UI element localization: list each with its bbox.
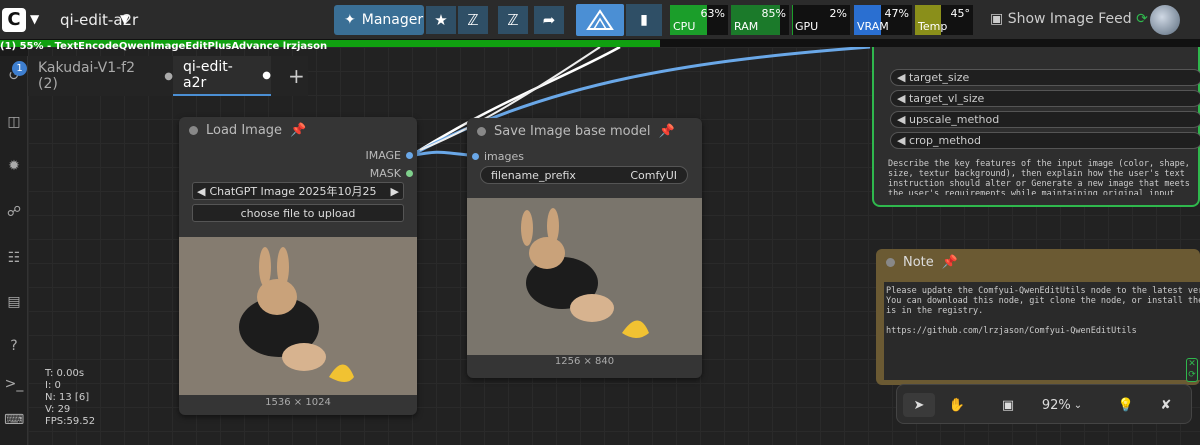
help-icon[interactable]: ?: [4, 336, 24, 356]
arrow-right-icon[interactable]: ▶: [387, 185, 403, 198]
note-text[interactable]: Please update the Comfyui-QwenEditUtils …: [884, 282, 1200, 380]
keyboard-icon[interactable]: ⌨: [4, 410, 24, 430]
graph-icon[interactable]: ℤ: [458, 6, 488, 34]
vram-meter: VRAM 47%: [854, 5, 912, 35]
chevron-down-icon[interactable]: ▼: [30, 12, 44, 26]
pin-icon: 📌: [290, 122, 307, 138]
collapse-dot-icon[interactable]: [477, 126, 486, 136]
param-upscale-method[interactable]: ◀ upscale_method: [890, 111, 1200, 128]
share-icon[interactable]: ➦: [534, 6, 564, 34]
model-library-icon[interactable]: ✹: [4, 156, 24, 176]
hand-tool-icon[interactable]: ✋: [941, 393, 973, 417]
load-image-node[interactable]: Load Image 📌 IMAGE MASK ◀ ChatGPT Image …: [179, 117, 417, 415]
rabbit-output-image: [467, 198, 702, 355]
manager-button[interactable]: ✦ Manager: [334, 5, 424, 35]
mountain-icon: [586, 9, 614, 30]
text-encode-node[interactable]: ◀ target_size ◀ target_vl_size ◀ upscale…: [872, 47, 1200, 207]
refresh-icon: ⟳: [1136, 11, 1148, 27]
star-icon[interactable]: ★: [426, 6, 456, 34]
tab-kakudai[interactable]: Kakudai-V1-f2 (2) ●: [28, 56, 173, 96]
lightbulb-icon[interactable]: 💡: [1111, 393, 1141, 417]
pin-icon: 📌: [658, 123, 675, 139]
minimap-toggle-icon[interactable]: ✕ ⟳: [1186, 358, 1198, 382]
fit-view-icon[interactable]: ▣: [993, 393, 1023, 417]
chevron-down-icon: ⌄: [1073, 399, 1083, 411]
pin-icon: 📌: [941, 254, 958, 270]
image-selector[interactable]: ◀ ChatGPT Image 2025年10月25 ▶: [192, 182, 404, 200]
image-size-caption: 1256 × 840: [554, 356, 615, 367]
image-size-caption: 1536 × 1024: [265, 397, 331, 408]
unsaved-dot-icon: ●: [262, 69, 271, 81]
top-bar: C ▼ qi-edit-a2r ▼ ✦ Manager ★ ℤ ℤ ➦ ▮ CP…: [0, 0, 1200, 40]
param-crop-method[interactable]: ◀ crop_method: [890, 132, 1200, 149]
node-header[interactable]: Save Image base model 📌: [467, 118, 702, 144]
hierarchy-icon[interactable]: ☷: [4, 248, 24, 268]
select-tool-icon[interactable]: ➤: [903, 393, 935, 417]
workflow-mode-button[interactable]: [576, 4, 624, 36]
tab-qi-edit[interactable]: qi-edit-a2r ●: [173, 56, 271, 96]
arrow-left-icon[interactable]: ◀: [193, 185, 209, 198]
node-library-icon[interactable]: ◫: [4, 112, 24, 132]
comfy-logo-icon[interactable]: C: [2, 8, 26, 32]
templates-icon[interactable]: ▤: [4, 292, 24, 312]
unsaved-dot-icon: ●: [164, 70, 173, 82]
left-sidebar: ↺ ◫ ✹ ☍ ☷ ▤ ? >_ ⌨: [0, 56, 28, 445]
images-input-label: images: [484, 150, 524, 163]
collapse-dot-icon[interactable]: [189, 125, 198, 135]
node-header[interactable]: Load Image 📌: [179, 117, 417, 143]
canvas-toolbar: ➤ ✋ ▣ 92% ⌄ 💡 ✘: [896, 384, 1192, 424]
mask-output-label: MASK: [369, 167, 401, 180]
note-node[interactable]: Note 📌 Please update the Comfyui-QwenEdi…: [876, 249, 1200, 385]
cpu-meter: CPU 63%: [670, 5, 728, 35]
image-icon: ▣: [990, 11, 1004, 27]
output-image-preview: [467, 198, 702, 355]
save-image-node[interactable]: Save Image base model 📌 images filename_…: [467, 118, 702, 378]
add-tab-button[interactable]: +: [278, 56, 308, 96]
filename-prefix-field[interactable]: filename_prefix ComfyUI: [480, 166, 688, 184]
rabbit-image: [179, 237, 417, 395]
instruction-textarea[interactable]: Describe the key features of the input i…: [888, 159, 1200, 195]
node-header[interactable]: Note 📌: [876, 249, 1200, 275]
loaded-image-preview: [179, 237, 417, 395]
link-visibility-icon[interactable]: ✘: [1151, 393, 1181, 417]
chevron-down-icon[interactable]: ▼: [120, 12, 134, 26]
puzzle-icon: ✦: [344, 12, 356, 28]
bookmark-icon[interactable]: ▮: [626, 4, 662, 36]
temp-meter: Temp 45°: [915, 5, 973, 35]
queue-badge: 1: [12, 61, 27, 76]
image-output-port[interactable]: [406, 152, 413, 159]
zoom-control[interactable]: 92% ⌄: [1037, 393, 1087, 417]
avatar[interactable]: [1150, 5, 1180, 35]
param-target-size[interactable]: ◀ target_size: [890, 69, 1200, 86]
workflows-icon[interactable]: ☍: [4, 202, 24, 222]
images-input-port[interactable]: [472, 153, 479, 160]
graph-alt-icon[interactable]: ℤ: [498, 6, 528, 34]
workflow-tabs: Kakudai-V1-f2 (2) ● qi-edit-a2r ● +: [28, 56, 308, 96]
upload-button[interactable]: choose file to upload: [192, 204, 404, 222]
mask-output-port[interactable]: [406, 170, 413, 177]
progress-status-text: (1) 55% - TextEncodeQwenImageEditPlusAdv…: [0, 41, 328, 52]
ram-meter: RAM 85%: [731, 5, 789, 35]
param-target-vl-size[interactable]: ◀ target_vl_size: [890, 90, 1200, 107]
canvas-stats: T: 0.00s I: 0 N: 13 [6] V: 29 FPS:59.52: [45, 368, 96, 427]
image-output-label: IMAGE: [365, 149, 401, 162]
gpu-meter: GPU 2%: [792, 5, 850, 35]
show-image-feed-button[interactable]: ▣ Show Image Feed ⟳: [990, 11, 1148, 27]
collapse-dot-icon[interactable]: [886, 257, 895, 267]
terminal-icon[interactable]: >_: [4, 374, 24, 394]
